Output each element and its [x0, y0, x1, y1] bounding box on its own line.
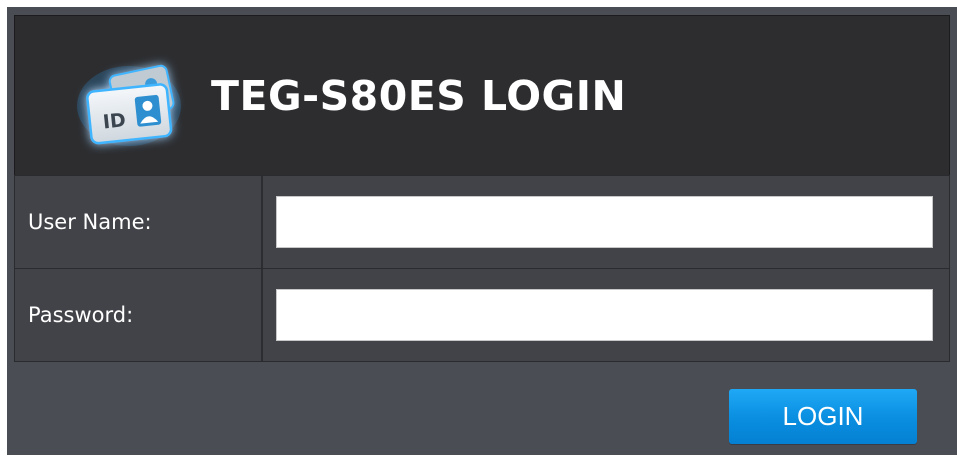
password-label: Password: — [15, 269, 263, 361]
username-field[interactable] — [276, 196, 933, 248]
login-button[interactable]: LOGIN — [729, 389, 917, 444]
page-title: TEG-S80ES LOGIN — [211, 72, 627, 120]
id-card-icon: ID — [77, 64, 181, 146]
username-row: User Name: — [14, 175, 950, 269]
username-label: User Name: — [15, 176, 263, 268]
login-header: ID TEG-S80ES LOGIN — [14, 15, 950, 176]
id-text: ID — [102, 109, 127, 133]
password-field[interactable] — [276, 289, 933, 341]
password-row: Password: — [14, 268, 950, 362]
